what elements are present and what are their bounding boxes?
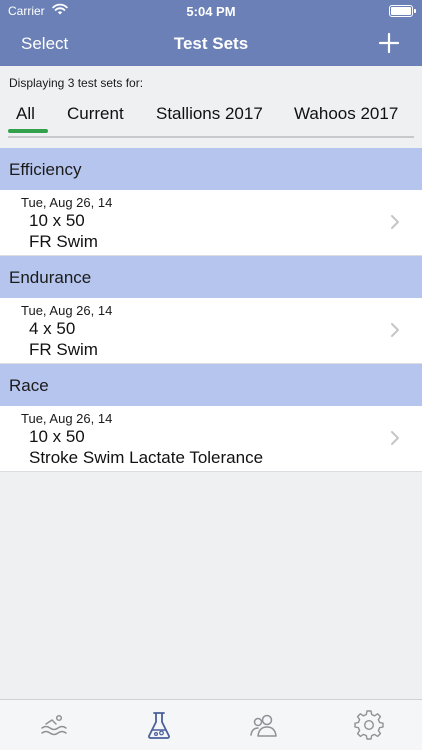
item-description: FR Swim bbox=[29, 232, 98, 251]
tab-wahoos-2017[interactable]: Wahoos 2017 bbox=[294, 104, 398, 124]
battery-icon bbox=[389, 5, 416, 17]
filter-caption: Displaying 3 test sets for: bbox=[9, 76, 144, 90]
gear-icon[interactable] bbox=[353, 709, 385, 741]
filter-panel: Displaying 3 test sets for: All Current … bbox=[0, 66, 422, 148]
section-header-efficiency: Efficiency bbox=[0, 148, 422, 190]
status-bar: Carrier 5:04 PM bbox=[0, 0, 422, 22]
tab-all[interactable]: All bbox=[16, 104, 35, 124]
item-date: Tue, Aug 26, 14 bbox=[21, 411, 113, 426]
list-item[interactable]: Tue, Aug 26, 14 4 x 50 FR Swim bbox=[0, 298, 422, 364]
swim-icon[interactable] bbox=[38, 709, 70, 741]
list-item[interactable]: Tue, Aug 26, 14 10 x 50 FR Swim bbox=[0, 190, 422, 256]
flask-icon[interactable] bbox=[143, 709, 175, 741]
chevron-right-icon bbox=[391, 431, 399, 445]
tab-bar bbox=[0, 699, 422, 750]
item-set: 10 x 50 bbox=[29, 211, 85, 230]
item-date: Tue, Aug 26, 14 bbox=[21, 195, 113, 210]
item-description: FR Swim bbox=[29, 340, 98, 359]
test-set-list: Efficiency Tue, Aug 26, 14 10 x 50 FR Sw… bbox=[0, 148, 422, 472]
people-icon[interactable] bbox=[248, 709, 280, 741]
list-item[interactable]: Tue, Aug 26, 14 10 x 50 Stroke Swim Lact… bbox=[0, 406, 422, 472]
item-date: Tue, Aug 26, 14 bbox=[21, 303, 113, 318]
screen: Carrier 5:04 PM Select Test Sets Display… bbox=[0, 0, 422, 750]
plus-icon[interactable] bbox=[378, 32, 400, 54]
page-title: Test Sets bbox=[173, 34, 249, 53]
item-description: Stroke Swim Lactate Tolerance bbox=[29, 448, 264, 467]
clock: 5:04 PM bbox=[186, 4, 236, 19]
navigation-bar: Select Test Sets bbox=[0, 22, 422, 66]
tab-stallions-2017[interactable]: Stallions 2017 bbox=[156, 104, 263, 124]
chevron-right-icon bbox=[391, 323, 399, 337]
filter-tabs: All Current Stallions 2017 Wahoos 2017 bbox=[8, 102, 414, 138]
section-header-race: Race bbox=[0, 364, 422, 406]
item-set: 4 x 50 bbox=[29, 319, 76, 338]
section-header-endurance: Endurance bbox=[0, 256, 422, 298]
selected-tab-indicator bbox=[8, 129, 48, 133]
chevron-right-icon bbox=[391, 215, 399, 229]
item-set: 10 x 50 bbox=[29, 427, 85, 446]
tab-current[interactable]: Current bbox=[67, 104, 124, 124]
top-bar: Carrier 5:04 PM Select Test Sets bbox=[0, 0, 422, 66]
